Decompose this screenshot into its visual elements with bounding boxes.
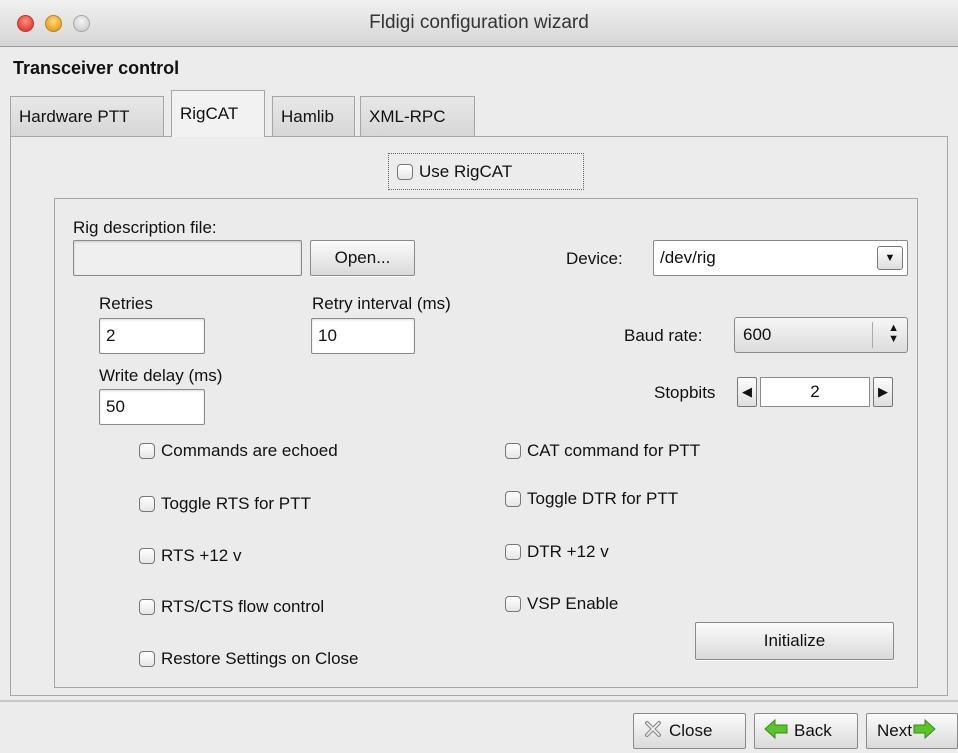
baud-separator [872,322,873,348]
checkbox-box [139,651,155,667]
cat-command-ptt-checkbox[interactable]: CAT command for PTT [505,441,700,461]
baud-rate-value: 600 [743,325,772,344]
retry-interval-input[interactable] [311,318,415,354]
checkbox-box [505,544,521,560]
toggle-dtr-ptt-checkbox[interactable]: Toggle DTR for PTT [505,489,678,509]
checkbox-label: DTR +12 v [527,542,609,561]
checkbox-label: RTS/CTS flow control [161,597,325,616]
baud-rate-select[interactable]: 600 ▲ ▼ [734,317,908,353]
use-rigcat-label: Use RigCAT [419,161,513,181]
back-button[interactable]: Back [754,713,858,749]
checkbox-box [397,163,413,180]
dropdown-arrow-icon[interactable]: ▼ [877,246,903,270]
use-rigcat-checkbox[interactable]: Use RigCAT [388,153,584,190]
back-arrow-icon [763,718,789,745]
checkbox-box [505,596,521,612]
checkbox-box [139,599,155,615]
baud-rate-label: Baud rate: [624,326,703,345]
open-button[interactable]: Open... [310,240,415,276]
tab-hardware-ptt[interactable]: Hardware PTT [10,96,164,136]
tab-hamlib[interactable]: Hamlib [272,96,355,136]
checkbox-box [505,491,521,507]
device-label: Device: [566,249,623,268]
retries-input[interactable] [99,318,205,354]
write-delay-label: Write delay (ms) [99,366,223,385]
tab-rigcat[interactable]: RigCAT [171,90,265,137]
retries-label: Retries [99,294,153,313]
checkbox-label: VSP Enable [527,594,619,613]
section-title: Transceiver control [13,58,180,78]
close-label: Close [669,721,713,740]
checkbox-box [505,443,521,459]
device-select[interactable]: /dev/rig ▼ [653,240,908,276]
commands-echoed-checkbox[interactable]: Commands are echoed [139,441,338,461]
rts-cts-flow-checkbox[interactable]: RTS/CTS flow control [139,597,324,617]
up-down-arrows-icon: ▲ ▼ [888,322,899,345]
vsp-enable-checkbox[interactable]: VSP Enable [505,594,618,614]
next-button[interactable]: Next [866,713,958,749]
checkbox-label: Commands are echoed [161,441,338,460]
checkbox-label: Toggle RTS for PTT [161,494,311,513]
back-label: Back [794,721,832,740]
dtr-12v-checkbox[interactable]: DTR +12 v [505,542,609,562]
checkbox-label: CAT command for PTT [527,441,701,460]
next-arrow-icon [913,718,937,745]
stopbits-increment-icon[interactable]: ▶ [873,377,893,407]
rig-description-field[interactable] [73,240,302,276]
checkbox-label: Toggle DTR for PTT [527,489,679,508]
close-button[interactable]: Close [633,713,746,749]
stopbits-label: Stopbits [654,383,716,402]
device-value: /dev/rig [660,248,716,267]
write-delay-input[interactable] [99,389,205,425]
checkbox-box [139,548,155,564]
restore-settings-checkbox[interactable]: Restore Settings on Close [139,649,359,669]
tab-xml-rpc[interactable]: XML-RPC [360,96,475,136]
stopbits-value[interactable]: 2 [760,377,870,407]
checkbox-label: Restore Settings on Close [161,649,359,668]
retry-interval-label: Retry interval (ms) [312,294,451,313]
window-title: Fldigi configuration wizard [369,12,589,33]
checkbox-box [139,443,155,459]
rts-12v-checkbox[interactable]: RTS +12 v [139,546,241,566]
next-label: Next [877,721,912,740]
toggle-rts-ptt-checkbox[interactable]: Toggle RTS for PTT [139,494,311,514]
title-bar: Fldigi configuration wizard [0,0,958,47]
initialize-button[interactable]: Initialize [695,622,894,660]
checkbox-label: RTS +12 v [161,546,242,565]
rig-description-label: Rig description file: [73,218,217,237]
close-x-icon [642,718,664,745]
stopbits-decrement-icon[interactable]: ◀ [737,377,757,407]
checkbox-box [139,496,155,512]
